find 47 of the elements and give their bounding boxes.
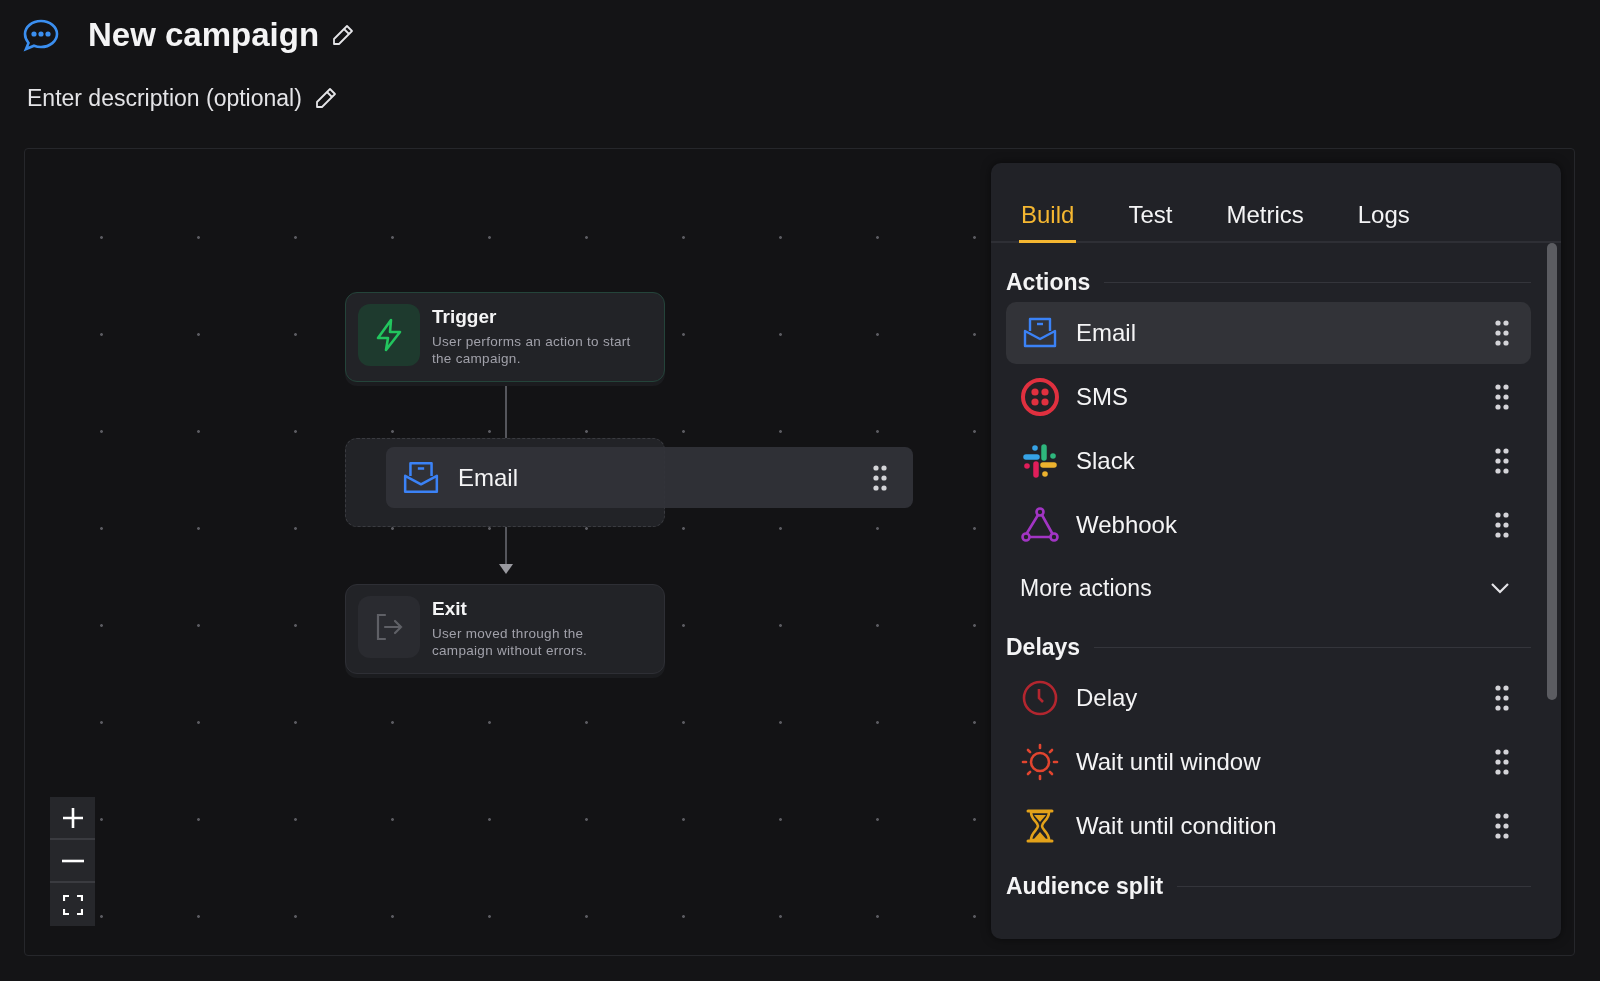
section-heading: Delays	[1006, 634, 1081, 661]
node-title: Exit	[432, 598, 468, 620]
palette-item[interactable]: SMS	[1006, 366, 1531, 428]
edit-icon[interactable]	[313, 86, 338, 110]
node-description: User moved through the campaign without errors.	[432, 626, 588, 660]
hourglass-icon	[1025, 808, 1055, 844]
hash-grid-icon	[1022, 443, 1058, 479]
description-hint: Enter description (optional)	[27, 84, 302, 112]
plus-icon	[61, 806, 84, 829]
drag-handle-icon[interactable]	[1495, 320, 1509, 346]
drag-handle-icon[interactable]	[1495, 512, 1509, 538]
four-dot-circle-icon	[1020, 377, 1060, 417]
chevron-icon	[1491, 582, 1509, 594]
card-label: Email	[458, 463, 519, 492]
node-description: User performs an action to start the campaign.	[432, 334, 632, 368]
palette-item[interactable]: Wait until condition	[1006, 795, 1531, 857]
panel-tab[interactable]: Metrics	[1224, 163, 1306, 243]
lightning-icon	[374, 318, 404, 352]
chat-bubble-icon	[22, 18, 60, 52]
drag-handle-icon[interactable]	[873, 464, 887, 491]
campaign-title: New campaign	[88, 16, 320, 54]
section-heading: Actions	[1006, 269, 1091, 296]
sun-icon	[1020, 742, 1060, 782]
node-title: Trigger	[432, 306, 498, 328]
connector-line	[505, 383, 507, 438]
scrollbar[interactable]	[1547, 243, 1557, 700]
section-heading: Audience split	[1006, 873, 1164, 900]
drag-handle-icon[interactable]	[1495, 813, 1509, 839]
palette-item[interactable]: Email	[1006, 302, 1531, 364]
drag-handle-icon[interactable]	[1495, 384, 1509, 410]
palette-item[interactable]: Wait until window	[1006, 731, 1531, 793]
panel-tab[interactable]: Test	[1126, 163, 1175, 243]
palette-item[interactable]: Webhook	[1006, 494, 1531, 556]
edit-icon[interactable]	[331, 23, 356, 47]
palette-item[interactable]: Delay	[1006, 667, 1531, 729]
panel-tab[interactable]: Build	[1019, 163, 1077, 243]
fit-view-icon	[62, 894, 83, 915]
more-actions-toggle[interactable]: More actions	[1006, 558, 1531, 618]
drag-handle-icon[interactable]	[1495, 685, 1509, 711]
drag-handle-icon[interactable]	[1495, 749, 1509, 775]
panel-tab[interactable]: Logs	[1355, 163, 1412, 243]
palette-item[interactable]: Slack	[1006, 430, 1531, 492]
drag-handle-icon[interactable]	[1495, 448, 1509, 474]
clock-icon	[1021, 679, 1059, 717]
dragged-action-card[interactable]: Email	[386, 447, 913, 508]
minus-icon	[61, 858, 84, 863]
webhook-triangle-icon	[1020, 506, 1060, 544]
